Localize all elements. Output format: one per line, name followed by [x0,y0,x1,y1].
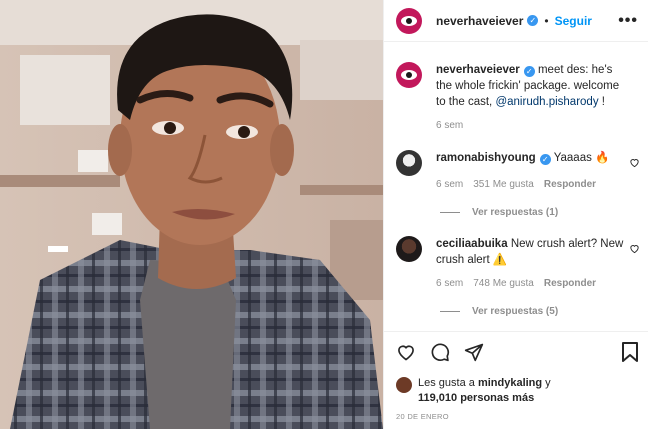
view-replies-label: Ver respuestas (5) [472,306,559,317]
view-replies-label: Ver respuestas (1) [472,207,559,218]
share-icon[interactable] [464,342,484,362]
comment-likes[interactable]: 351 Me gusta [473,179,534,190]
comment-meta: 6 sem 748 Me gusta Responder [436,278,596,289]
comment-meta: 6 sem 351 Me gusta Responder [436,179,596,190]
save-button[interactable] [621,342,639,362]
comment-text: ramonabishyoung ✓ Yaaaas 🔥 [436,150,626,176]
separator-dot: • [544,13,549,28]
replies-divider [440,311,460,312]
likes-summary: Les gusta a mindykaling y 119,010 person… [396,376,568,406]
comment-like-heart-icon[interactable] [629,243,640,254]
comment-time: 6 sem [436,179,464,190]
likes-text: Les gusta a mindykaling y 119,010 person… [418,376,568,406]
post-actions: Les gusta a mindykaling y 119,010 person… [384,331,648,429]
caption-end: ! [598,96,605,108]
comment-avatar[interactable] [396,150,422,176]
heart-icon[interactable] [396,342,416,362]
likes-prefix: Les gusta a [418,377,478,389]
reply-button[interactable]: Responder [544,179,596,190]
eye-logo-icon [401,70,417,80]
eye-logo-icon [401,15,417,26]
follow-button[interactable]: Seguir [555,14,592,28]
post-header: neverhaveiever ✓ • Seguir ••• [384,0,648,42]
view-replies-button[interactable]: Ver respuestas (5) [440,306,558,317]
comment-body: Yaaaas 🔥 [553,152,610,164]
liker-username[interactable]: mindykaling [478,377,542,389]
action-icons [396,342,484,362]
caption-username[interactable]: neverhaveiever [436,64,520,76]
comment-text: ceciliaabuika New crush alert? New crush… [436,236,626,268]
caption-meta: 6 sem [436,120,463,131]
instagram-post: neverhaveiever ✓ • Seguir ••• neverhavei… [0,0,648,429]
view-replies-button[interactable]: Ver respuestas (1) [440,207,558,218]
comment-icon[interactable] [430,342,450,362]
comment-time: 6 sem [436,278,464,289]
comments-list[interactable]: neverhaveiever ✓ meet des: he's the whole… [384,42,648,331]
verified-badge-icon: ✓ [523,66,535,77]
replies-divider [440,212,460,213]
likes-suffix: y [542,377,551,389]
comment-avatar[interactable] [396,236,422,262]
post-side-panel: neverhaveiever ✓ • Seguir ••• neverhavei… [383,0,648,429]
more-options-icon[interactable]: ••• [618,12,638,30]
comment-username[interactable]: ceciliaabuika [436,238,508,250]
portrait-image [0,0,383,429]
caption: neverhaveiever ✓ meet des: he's the whole… [396,62,642,110]
verified-badge-icon: ✓ [539,154,551,165]
caption-mention[interactable]: @anirudh.pisharody [495,96,598,108]
comment-username[interactable]: ramonabishyoung [436,152,536,164]
verified-badge-icon: ✓ [527,15,539,26]
comment-item: ramonabishyoung ✓ Yaaaas 🔥 [396,150,642,176]
comment-like-heart-icon[interactable] [629,157,640,168]
comment-likes[interactable]: 748 Me gusta [473,278,534,289]
bookmark-icon [622,342,638,362]
post-photo[interactable] [0,0,383,429]
caption-text: neverhaveiever ✓ meet des: he's the whole… [436,62,626,110]
header-username[interactable]: neverhaveiever [436,14,523,28]
caption-avatar[interactable] [396,62,422,88]
liker-avatar[interactable] [396,377,412,393]
caption-time: 6 sem [436,120,464,131]
likes-count[interactable]: 119,010 personas más [418,392,534,404]
profile-avatar[interactable] [396,7,422,34]
post-date[interactable]: 20 DE ENERO [396,412,449,421]
comment-item: ceciliaabuika New crush alert? New crush… [396,236,642,268]
reply-button[interactable]: Responder [544,278,596,289]
